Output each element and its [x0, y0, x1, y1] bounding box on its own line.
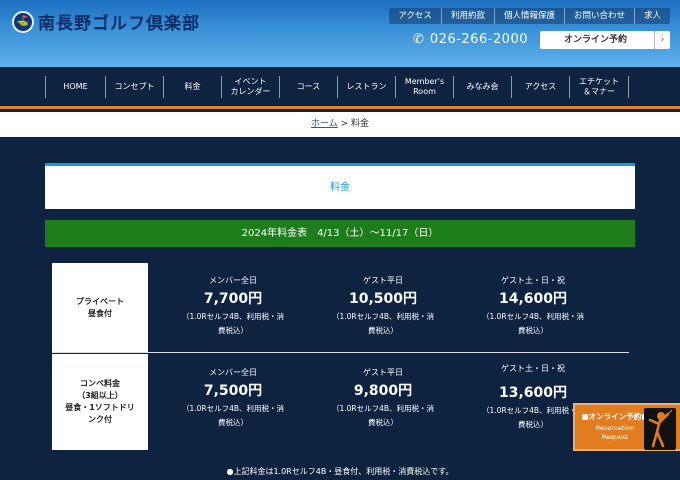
price-row-private: プライベート 昼食付 メンバー全日 7,700円 （1.0Rセルフ4B、利用税・…	[52, 263, 629, 353]
nav-item-event-calendar[interactable]: イベント カレンダー	[221, 75, 279, 98]
phone-number: 026-266-2000	[429, 32, 528, 47]
price-value: 14,600円	[498, 291, 568, 307]
price-category: メンバー全日	[209, 276, 257, 285]
top-link-access[interactable]: アクセス	[389, 8, 441, 24]
breadcrumb: ホーム > 料金	[0, 112, 680, 137]
nav-item-home[interactable]: HOME	[45, 75, 105, 98]
price-note: （1.0Rセルフ4B、利用税・消 費税込）	[331, 404, 435, 427]
nav-item-access[interactable]: アクセス	[511, 75, 569, 98]
price-cell: ゲスト土・日・祝 14,600円 （1.0Rセルフ4B、利用税・消 費税込）	[458, 275, 608, 338]
main-nav: HOME コンセプト 料金 イベント カレンダー コース レストラン Membe…	[0, 67, 680, 109]
nav-item-restaurant[interactable]: レストラン	[337, 75, 395, 98]
price-value: 7,700円	[203, 291, 263, 307]
price-category: ゲスト土・日・祝	[501, 364, 565, 373]
price-category: メンバー全日	[209, 368, 257, 377]
top-link-jobs[interactable]: 求人	[633, 8, 670, 24]
price-cell: メンバー全日 7,500円 （1.0Rセルフ4B、利用税・消 費税込）	[158, 367, 308, 430]
price-footnote: ●上記料金は1.0Rセルフ4B・昼食付、利用税・消費税込です。	[226, 467, 454, 476]
page-title: 料金	[45, 163, 635, 209]
floating-reservation-text: ■オンライン予約■ Reservation Request	[580, 411, 650, 442]
price-note: （1.0Rセルフ4B、利用税・消 費税込）	[481, 312, 585, 335]
golfer-icon	[644, 408, 676, 450]
price-note: （1.0Rセルフ4B、利用税・消 費税込）	[331, 312, 435, 335]
row-label: プライベート 昼食付	[52, 263, 148, 352]
top-link-contact[interactable]: お問い合わせ	[563, 8, 634, 24]
nav-item-members-room[interactable]: Member's Room	[395, 75, 453, 98]
nav-item-etiquette[interactable]: エチケット ＆マナー	[569, 75, 629, 98]
floating-reservation-jp: ■オンライン予約■	[581, 412, 649, 421]
online-reservation-label: オンライン予約	[564, 35, 628, 45]
price-value: 9,800円	[353, 383, 413, 399]
nav-item-concept[interactable]: コンセプト	[105, 75, 163, 98]
floating-reservation-button[interactable]: ■オンライン予約■ Reservation Request	[573, 403, 680, 451]
breadcrumb-separator: >	[337, 119, 351, 129]
floating-reservation-en: Reservation Request	[595, 424, 635, 441]
price-value: 10,500円	[348, 291, 418, 307]
phone-contact[interactable]: ✆ 026-266-2000	[413, 32, 528, 47]
site-logo[interactable]: ⛳ 南長野ゴルフ倶楽部	[12, 9, 200, 34]
logo-emblem-icon: ⛳	[12, 10, 34, 33]
nav-item-course[interactable]: コース	[279, 75, 337, 98]
top-link-terms[interactable]: 利用約款	[440, 8, 494, 24]
price-value: 13,600円	[498, 385, 568, 401]
breadcrumb-home-link[interactable]: ホーム	[311, 119, 338, 129]
site-header: ⛳ 南長野ゴルフ倶楽部 アクセス 利用約款 個人情報保護 お問い合わせ 求人 ✆…	[0, 0, 680, 67]
online-reservation-button[interactable]: オンライン予約 ›	[540, 31, 670, 49]
logo-text: 南長野ゴルフ倶楽部	[38, 14, 200, 34]
phone-icon: ✆	[413, 32, 424, 47]
nav-item-minami-kai[interactable]: みなみ会	[453, 75, 511, 98]
row-label: コンペ料金 （3組以上） 昼食・1ソフトドリ ンク付	[52, 354, 148, 450]
price-cell: ゲスト平日 10,500円 （1.0Rセルフ4B、利用税・消 費税込）	[308, 275, 458, 338]
utility-nav: アクセス 利用約款 個人情報保護 お問い合わせ 求人	[389, 8, 670, 24]
nav-item-fees[interactable]: 料金	[163, 75, 221, 98]
price-row-competition: コンペ料金 （3組以上） 昼食・1ソフトドリ ンク付 メンバー全日 7,500円…	[52, 354, 629, 450]
price-cell: ゲスト平日 9,800円 （1.0Rセルフ4B、利用税・消 費税込）	[308, 367, 458, 430]
chevron-right-icon: ›	[654, 31, 670, 49]
price-category: ゲスト平日	[363, 368, 403, 377]
price-category: ゲスト土・日・祝	[501, 276, 565, 285]
price-table-heading: 2024年料金表 4/13（土）～11/17（日）	[45, 220, 635, 247]
price-note: （1.0Rセルフ4B、利用税・消 費税込）	[181, 404, 285, 427]
top-link-privacy[interactable]: 個人情報保護	[493, 8, 564, 24]
price-cell: メンバー全日 7,700円 （1.0Rセルフ4B、利用税・消 費税込）	[158, 275, 308, 338]
price-category: ゲスト平日	[363, 276, 403, 285]
breadcrumb-current: 料金	[350, 119, 369, 129]
price-value: 7,500円	[203, 383, 263, 399]
price-note: （1.0Rセルフ4B、利用税・消 費税込）	[181, 312, 285, 335]
